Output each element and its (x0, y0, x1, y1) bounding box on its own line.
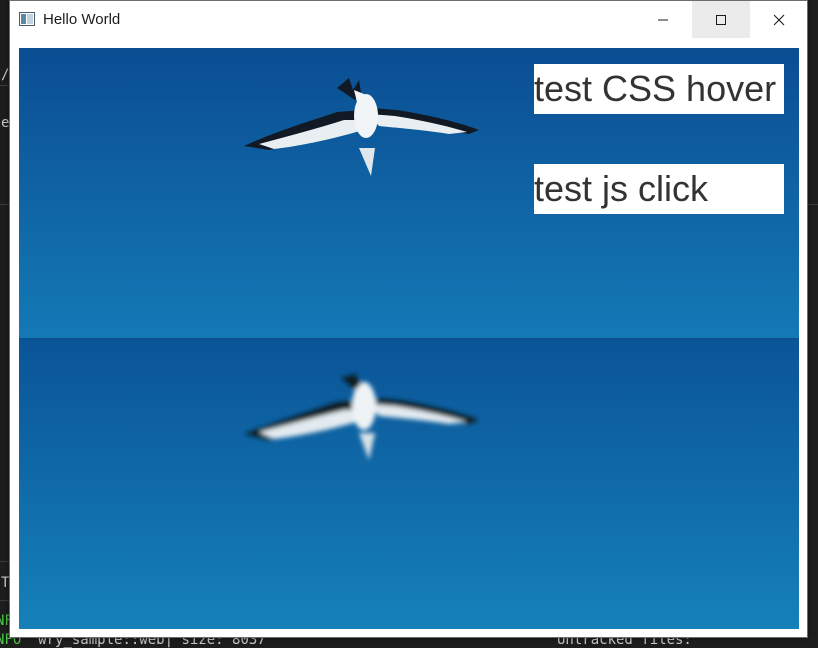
maximize-icon (716, 14, 726, 25)
divider (808, 204, 818, 205)
app-icon (19, 12, 35, 26)
test-js-click-button[interactable]: test js click (534, 164, 784, 214)
webview-content: test CSS hover test js click (19, 48, 799, 629)
app-window: Hello World test CSS hover test js click (9, 0, 808, 638)
minimize-button[interactable] (634, 1, 692, 38)
minimize-icon (658, 19, 668, 20)
maximize-button[interactable] (692, 1, 750, 38)
divider (0, 561, 9, 562)
close-icon (773, 14, 785, 25)
background-video (19, 48, 799, 629)
divider (0, 204, 9, 205)
window-title: Hello World (43, 11, 121, 28)
title-bar[interactable]: Hello World (10, 1, 807, 38)
test-css-hover-button[interactable]: test CSS hover (534, 64, 784, 114)
divider (0, 600, 9, 601)
close-button[interactable] (750, 1, 808, 38)
divider (0, 85, 9, 86)
